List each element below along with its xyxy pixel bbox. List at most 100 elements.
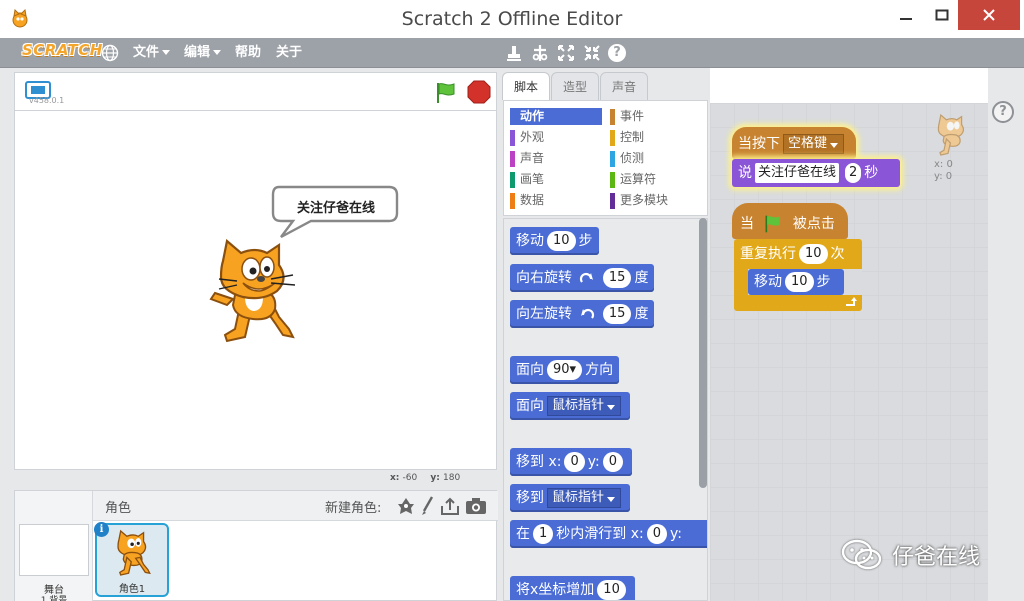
block-when-key-pressed[interactable]: 当按下 空格键 [732,127,856,159]
mouse-x-value: -60 [402,473,418,483]
block-change-x[interactable]: 将x坐标增加 10 [510,576,635,600]
category-item[interactable]: 动作 [510,108,602,125]
language-globe-icon[interactable] [101,44,119,62]
category-color-swatch [610,109,615,125]
minimize-icon [900,18,912,20]
seconds-input[interactable]: 1 [533,524,554,544]
category-item[interactable]: 画笔 [510,171,602,188]
sprite-name: 角色1 [118,584,146,595]
block-when-flag-clicked[interactable]: 当 被点击 [732,203,848,239]
block-text: 面向 [516,362,544,378]
sprite-library-icon[interactable] [397,496,415,516]
block-move-steps[interactable]: 移动 10 步 [510,227,599,255]
block-turn-left[interactable]: 向左旋转 15 度 [510,300,655,328]
duplicate-stamp-icon[interactable] [504,43,524,63]
menu-edit[interactable]: 编辑 [184,38,222,68]
category-item[interactable]: 更多模块 [610,192,702,209]
category-label: 运算符 [620,172,657,186]
category-label: 声音 [520,151,545,165]
block-say-for-secs[interactable]: 说关注仔爸在线 2 秒 [732,159,900,187]
category-item[interactable]: 运算符 [610,171,702,188]
mouse-coordinates: x: -60 y: 180 [390,473,460,483]
upload-sprite-icon[interactable] [440,496,460,516]
scratch-cat-sprite[interactable] [205,239,305,343]
title-bar: Scratch 2 Offline Editor [0,0,1024,38]
say-message-input[interactable]: 关注仔爸在线 [755,163,840,183]
category-item[interactable]: 控制 [610,129,702,146]
palette-scrollbar[interactable] [699,218,707,488]
block-text: 将x坐标增加 [516,582,595,598]
menu-bar: SCRATCH 文件 编辑 帮助 关于 ? [0,38,1024,68]
menu-about[interactable]: 关于 [276,38,302,68]
tab-scripts[interactable]: 脚本 [502,72,550,100]
category-item[interactable]: 数据 [510,192,602,209]
block-help-icon[interactable]: ? [608,44,626,62]
category-item[interactable]: 外观 [510,129,602,146]
grow-arrows-icon[interactable] [556,43,576,63]
stop-icon[interactable] [467,80,491,104]
category-item[interactable]: 侦测 [610,150,702,167]
camera-icon[interactable] [465,497,487,515]
change-x-input[interactable]: 10 [597,580,626,600]
tab-costumes[interactable]: 造型 [551,72,599,100]
block-goto-target[interactable]: 移到 鼠标指针 [510,484,631,512]
seconds-input[interactable]: 2 [845,163,862,183]
block-text: 移动 [754,274,782,290]
block-goto-xy[interactable]: 移到 x: 0 y: 0 [510,448,632,476]
category-label: 控制 [620,130,645,144]
key-dropdown[interactable]: 空格键 [783,134,845,154]
category-label: 外观 [520,130,545,144]
block-move-steps-script[interactable]: 移动 10 步 [748,269,844,295]
sprite-thumbnail-cat[interactable]: i 角色1 [94,522,169,597]
stage-canvas[interactable]: 关注仔爸在线 [14,110,497,470]
new-sprite-label: 新建角色: [325,501,382,516]
degrees-input[interactable]: 15 [602,304,632,324]
steps-input[interactable]: 10 [785,272,814,292]
stage-thumbnail-column: 舞台 1 背景 [15,491,93,601]
repeat-count-input[interactable]: 10 [799,244,828,264]
menu-help[interactable]: 帮助 [235,38,261,68]
stage-thumbnail[interactable] [19,524,89,576]
tab-sounds[interactable]: 声音 [600,72,648,100]
category-color-swatch [510,193,515,209]
paint-brush-icon[interactable] [420,496,434,516]
help-button[interactable]: ? [992,101,1014,123]
scratch-logo[interactable]: SCRATCH [16,41,109,63]
category-label: 动作 [520,109,545,123]
block-text: 次 [830,246,845,262]
block-glide[interactable]: 在 1 秒内滑行到 x: 0 y: [510,520,707,548]
menu-file[interactable]: 文件 [133,38,171,68]
delete-scissors-icon[interactable] [530,43,550,63]
steps-input[interactable]: 10 [547,231,576,251]
block-turn-right[interactable]: 向右旋转 15 度 [510,264,655,292]
x-input[interactable]: 0 [564,452,585,472]
green-flag-icon [765,215,781,233]
target-dropdown[interactable]: 鼠标指针 [547,396,622,416]
degrees-input[interactable]: 15 [602,268,632,288]
block-text: 向左旋转 [516,306,572,322]
category-item[interactable]: 事件 [610,108,702,125]
block-point-towards[interactable]: 面向 鼠标指针 [510,392,631,420]
menu-edit-label: 编辑 [184,45,211,60]
close-button[interactable] [958,0,1020,30]
direction-input[interactable]: 90▾ [547,360,583,380]
category-color-swatch [610,172,615,188]
block-point-in-direction[interactable]: 面向 90▾ 方向 [510,356,620,384]
target-dropdown[interactable]: 鼠标指针 [547,488,622,508]
block-text: 向右旋转 [516,270,572,286]
green-flag-icon[interactable] [434,81,458,105]
shrink-arrows-icon[interactable] [582,43,602,63]
category-label: 事件 [620,109,645,123]
category-item[interactable]: 声音 [510,150,602,167]
block-text: 秒内滑行到 x: [556,526,644,542]
category-color-swatch [510,172,515,188]
category-label: 数据 [520,193,545,207]
x-input[interactable]: 0 [646,524,668,544]
sprite-info-icon[interactable]: i [94,522,109,537]
category-color-swatch [610,130,615,146]
block-text: y: [587,454,600,470]
block-text: 说 [738,165,752,181]
y-input[interactable]: 0 [602,452,623,472]
script-area[interactable]: 当按下 空格键 说关注仔爸在线 2 秒 当 被点击 重复执行 10 次 移动 10 步 x: … [710,103,988,601]
block-text: 方向 [585,362,614,378]
